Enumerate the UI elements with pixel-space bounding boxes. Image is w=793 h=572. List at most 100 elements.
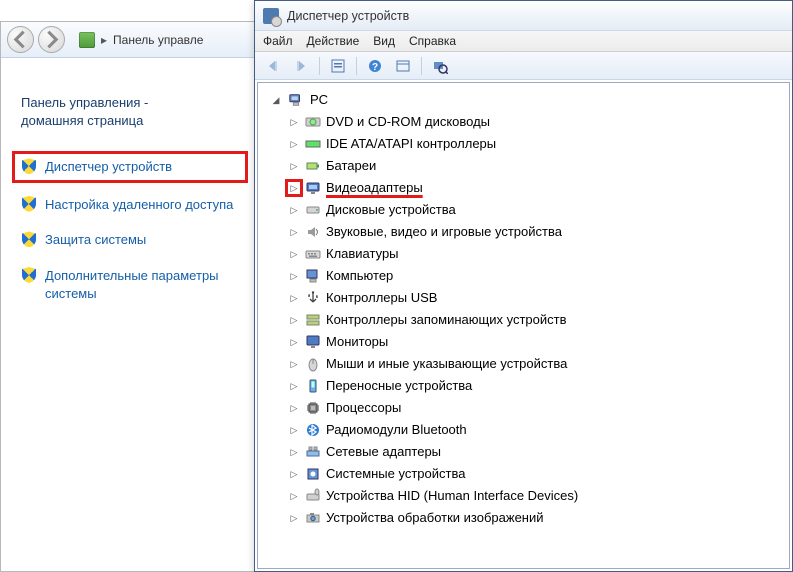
menu-file[interactable]: Файл [263, 34, 293, 48]
root-label: PC [310, 89, 328, 111]
expand-icon[interactable]: ▷ [288, 358, 300, 370]
category-label: Системные устройства [326, 463, 465, 485]
tree-category[interactable]: ▷ Мыши и иные указывающие устройства [286, 353, 789, 375]
expand-icon[interactable]: ▷ [288, 490, 300, 502]
tree-category[interactable]: ▷ Процессоры [286, 397, 789, 419]
expand-icon[interactable]: ▷ [288, 314, 300, 326]
back-button[interactable] [7, 26, 34, 53]
tree-category[interactable]: ▷ Системные устройства [286, 463, 789, 485]
window-title: Диспетчер устройств [287, 9, 409, 23]
cpu-icon [305, 400, 321, 416]
tree-category[interactable]: ▷ Радиомодули Bluetooth [286, 419, 789, 441]
category-label: Контроллеры USB [326, 287, 437, 309]
monitor-icon [305, 334, 321, 350]
collapse-icon[interactable]: ◢ [270, 94, 282, 106]
expand-icon[interactable]: ▷ [288, 402, 300, 414]
keyboard-icon [305, 246, 321, 262]
imaging-icon [305, 510, 321, 526]
expand-icon[interactable]: ▷ [288, 512, 300, 524]
computer-icon [305, 268, 321, 284]
toolbar-show-hidden[interactable] [391, 55, 415, 77]
system-icon [305, 466, 321, 482]
toolbar-sep [356, 57, 357, 75]
expand-icon[interactable]: ▷ [288, 336, 300, 348]
storage-icon [305, 312, 321, 328]
device-tree[interactable]: ◢ PC ▷ DVD и CD-ROM дисководы ▷ IDE ATA/… [257, 82, 790, 569]
category-label: Контроллеры запоминающих устройств [326, 309, 566, 331]
category-label: Процессоры [326, 397, 401, 419]
category-label: Устройства HID (Human Interface Devices) [326, 485, 578, 507]
category-label: IDE ATA/ATAPI контроллеры [326, 133, 496, 155]
shield-icon [21, 231, 37, 247]
tree-category[interactable]: ▷ Контроллеры запоминающих устройств [286, 309, 789, 331]
tree-category[interactable]: ▷ IDE ATA/ATAPI контроллеры [286, 133, 789, 155]
tree-category[interactable]: ▷ Мониторы [286, 331, 789, 353]
display-icon [305, 180, 321, 196]
computer-icon [287, 91, 305, 109]
expand-icon[interactable]: ▷ [288, 138, 300, 150]
forward-button[interactable] [38, 26, 65, 53]
tree-category[interactable]: ▷ Клавиатуры [286, 243, 789, 265]
tree-category[interactable]: ▷ Устройства HID (Human Interface Device… [286, 485, 789, 507]
category-label: Сетевые адаптеры [326, 441, 441, 463]
menu-help[interactable]: Справка [409, 34, 456, 48]
tree-category[interactable]: ▷ Батареи [286, 155, 789, 177]
toolbar-scan[interactable] [428, 55, 452, 77]
expand-icon[interactable]: ▷ [288, 380, 300, 392]
tree-category[interactable]: ▷ Сетевые адаптеры [286, 441, 789, 463]
usb-icon [305, 290, 321, 306]
expand-icon[interactable]: ▷ [288, 270, 300, 282]
menu-view[interactable]: Вид [373, 34, 395, 48]
expand-icon[interactable]: ▷ [288, 424, 300, 436]
tree-category[interactable]: ▷ Устройства обработки изображений [286, 507, 789, 529]
tree-category[interactable]: ▷ Переносные устройства [286, 375, 789, 397]
category-label: Звуковые, видео и игровые устройства [326, 221, 562, 243]
expand-icon[interactable]: ▷ [288, 248, 300, 260]
category-label: Мониторы [326, 331, 388, 353]
cp-icon [79, 32, 95, 48]
category-label: Дисковые устройства [326, 199, 456, 221]
drive-icon [305, 202, 321, 218]
tree-category[interactable]: ▷ Компьютер [286, 265, 789, 287]
network-icon [305, 444, 321, 460]
category-label: Мыши и иные указывающие устройства [326, 353, 567, 375]
category-label: Переносные устройства [326, 375, 472, 397]
breadcrumb[interactable]: ▸ Панель управле [79, 32, 203, 48]
tree-category[interactable]: ▷ Видеоадаптеры [286, 177, 789, 199]
expand-icon[interactable]: ▷ [288, 292, 300, 304]
link-device-manager[interactable]: Диспетчер устройств [17, 156, 243, 178]
category-label: Батареи [326, 155, 376, 177]
shield-icon [21, 267, 37, 283]
cp-toolbar: ▸ Панель управле [1, 22, 259, 58]
expand-icon[interactable]: ▷ [288, 160, 300, 172]
toolbar-back[interactable] [261, 55, 285, 77]
expand-icon[interactable]: ▷ [288, 116, 300, 128]
link-remote-settings[interactable]: Настройка удаленного доступа [21, 196, 243, 214]
link-system-protection[interactable]: Защита системы [21, 231, 243, 249]
cp-sidebar: Панель управления - домашняя страница Ди… [1, 58, 259, 302]
menu-action[interactable]: Действие [307, 34, 360, 48]
tree-category[interactable]: ▷ Дисковые устройства [286, 199, 789, 221]
expand-icon[interactable]: ▷ [288, 446, 300, 458]
tree-category[interactable]: ▷ Звуковые, видео и игровые устройства [286, 221, 789, 243]
toolbar-forward[interactable] [289, 55, 313, 77]
hid-icon [305, 488, 321, 504]
category-label: Клавиатуры [326, 243, 399, 265]
expand-icon[interactable]: ▷ [288, 182, 300, 194]
shield-icon [21, 196, 37, 212]
device-manager-icon [263, 8, 279, 24]
category-label: Радиомодули Bluetooth [326, 419, 467, 441]
expand-icon[interactable]: ▷ [288, 204, 300, 216]
shield-icon [21, 158, 37, 174]
tree-root[interactable]: ◢ PC ▷ DVD и CD-ROM дисководы ▷ IDE ATA/… [268, 89, 789, 529]
toolbar-properties[interactable] [326, 55, 350, 77]
tree-category[interactable]: ▷ Контроллеры USB [286, 287, 789, 309]
cp-home-link[interactable]: Панель управления - домашняя страница [21, 94, 243, 130]
chevron-right-icon: ▸ [101, 33, 107, 47]
device-manager-window: Диспетчер устройств Файл Действие Вид Сп… [254, 0, 793, 572]
expand-icon[interactable]: ▷ [288, 226, 300, 238]
expand-icon[interactable]: ▷ [288, 468, 300, 480]
tree-category[interactable]: ▷ DVD и CD-ROM дисководы [286, 111, 789, 133]
link-advanced-settings[interactable]: Дополнительные параметры системы [21, 267, 243, 302]
toolbar-help[interactable]: ? [363, 55, 387, 77]
